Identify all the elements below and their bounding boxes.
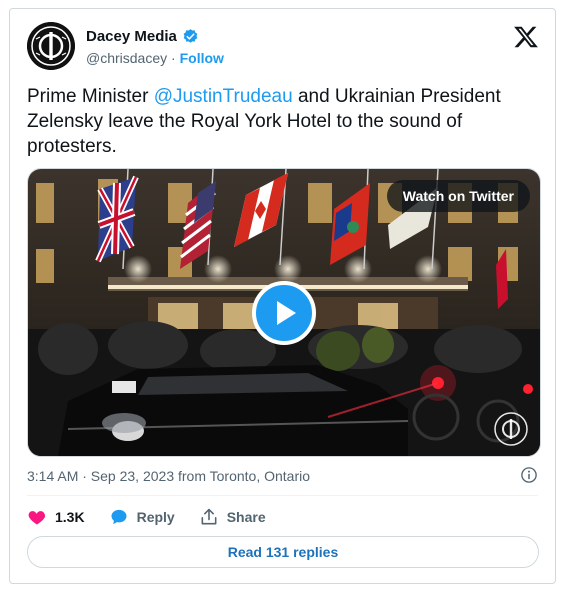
like-count: 1.3K [55, 509, 85, 525]
info-icon[interactable] [520, 466, 538, 484]
reply-button[interactable]: Reply [109, 507, 175, 527]
heart-icon [28, 511, 46, 525]
reply-label: Reply [136, 509, 175, 525]
follow-link[interactable]: Follow [180, 50, 224, 66]
verified-badge-icon [183, 29, 198, 43]
tweet-text-before: Prime Minister [27, 86, 154, 107]
author-handle[interactable]: @chrisdacey [86, 50, 167, 66]
dacey-media-logo-icon [27, 22, 75, 70]
like-button[interactable]: 1.3K [27, 507, 85, 527]
share-upload-icon [201, 508, 217, 525]
dacey-media-watermark-icon [494, 412, 528, 446]
video-thumbnail[interactable]: Watch on Twitter [27, 168, 541, 457]
author-name-row: Dacey Media [86, 28, 199, 45]
divider [27, 495, 538, 496]
x-logo-icon[interactable] [513, 24, 539, 50]
play-button[interactable] [252, 281, 316, 345]
reply-bubble-icon [111, 509, 127, 525]
tweet-text: Prime Minister @JustinTrudeau and Ukrain… [27, 84, 537, 159]
watch-on-twitter-button[interactable]: Watch on Twitter [386, 180, 530, 212]
author-avatar[interactable] [27, 22, 75, 70]
play-icon [277, 301, 296, 325]
author-name[interactable]: Dacey Media [86, 28, 177, 45]
author-handle-row: @chrisdacey · Follow [86, 50, 224, 66]
read-replies-button[interactable]: Read 131 replies [27, 536, 539, 568]
handle-separator: · [171, 50, 176, 66]
mention-link[interactable]: @JustinTrudeau [154, 86, 293, 107]
tweet-embed-card: Dacey Media @chrisdacey · Follow Prime M… [9, 8, 556, 584]
share-button[interactable]: Share [199, 507, 266, 527]
share-label: Share [226, 509, 266, 525]
tweet-timestamp[interactable]: 3:14 AM · Sep 23, 2023 from Toronto, Ont… [27, 468, 310, 484]
action-bar: 1.3K Reply Share [27, 507, 290, 527]
